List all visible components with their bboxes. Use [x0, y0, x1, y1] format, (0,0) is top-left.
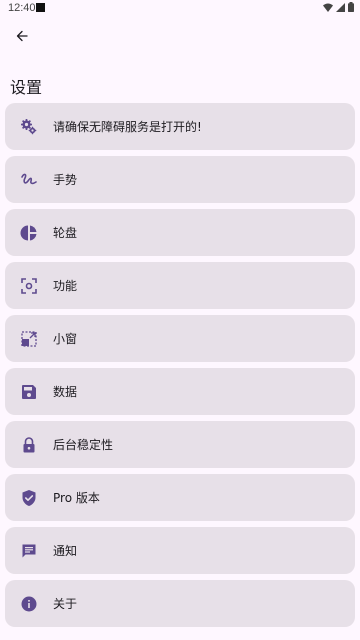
- screenshot-frame-icon: [20, 277, 38, 295]
- battery-icon: [348, 2, 354, 12]
- menu-item-label: Pro 版本: [53, 491, 100, 505]
- menu-item-background-stability[interactable]: 后台稳定性: [5, 421, 355, 468]
- arrow-back-icon: [16, 30, 28, 42]
- pie-chart-icon: [20, 224, 38, 242]
- menu-item-pro-version[interactable]: Pro 版本: [5, 474, 355, 521]
- gears-icon: [20, 118, 38, 136]
- info-icon: [20, 595, 38, 613]
- menu-item-wheel[interactable]: 轮盘: [5, 209, 355, 256]
- save-icon: [20, 383, 38, 401]
- back-button[interactable]: [10, 24, 34, 48]
- menu-item-small-window[interactable]: 小窗: [5, 315, 355, 362]
- menu-item-notifications[interactable]: 通知: [5, 527, 355, 574]
- menu-item-about[interactable]: 关于: [5, 580, 355, 627]
- settings-list: 请确保无障碍服务是打开的! 手势 轮盘 功能 小窗 数据 后台稳定性 Pro 版…: [5, 103, 355, 633]
- status-bar: 12:40: [0, 0, 360, 16]
- menu-item-label: 轮盘: [53, 226, 78, 240]
- wifi-icon: [323, 3, 333, 12]
- verified-shield-icon: [20, 489, 38, 507]
- status-time: 12:40: [8, 2, 36, 14]
- menu-item-label: 数据: [53, 385, 78, 399]
- system-icons: [323, 2, 354, 12]
- menu-item-gesture[interactable]: 手势: [5, 156, 355, 203]
- menu-item-label: 功能: [53, 279, 78, 293]
- message-icon: [20, 542, 38, 560]
- menu-item-label: 关于: [53, 597, 78, 611]
- small-window-icon: [20, 330, 38, 348]
- menu-item-functions[interactable]: 功能: [5, 262, 355, 309]
- menu-item-label: 后台稳定性: [53, 438, 114, 452]
- page-title: 设置: [10, 78, 43, 97]
- menu-item-label: 手势: [53, 173, 78, 187]
- menu-item-data[interactable]: 数据: [5, 368, 355, 415]
- lock-icon: [20, 436, 38, 454]
- menu-item-accessibility[interactable]: 请确保无障碍服务是打开的!: [5, 103, 355, 150]
- menu-item-label: 请确保无障碍服务是打开的!: [53, 120, 202, 134]
- gesture-icon: [20, 171, 38, 189]
- menu-item-label: 通知: [53, 544, 78, 558]
- signal-icon: [336, 2, 345, 12]
- menu-item-label: 小窗: [53, 332, 78, 346]
- notification-icon: [36, 3, 45, 12]
